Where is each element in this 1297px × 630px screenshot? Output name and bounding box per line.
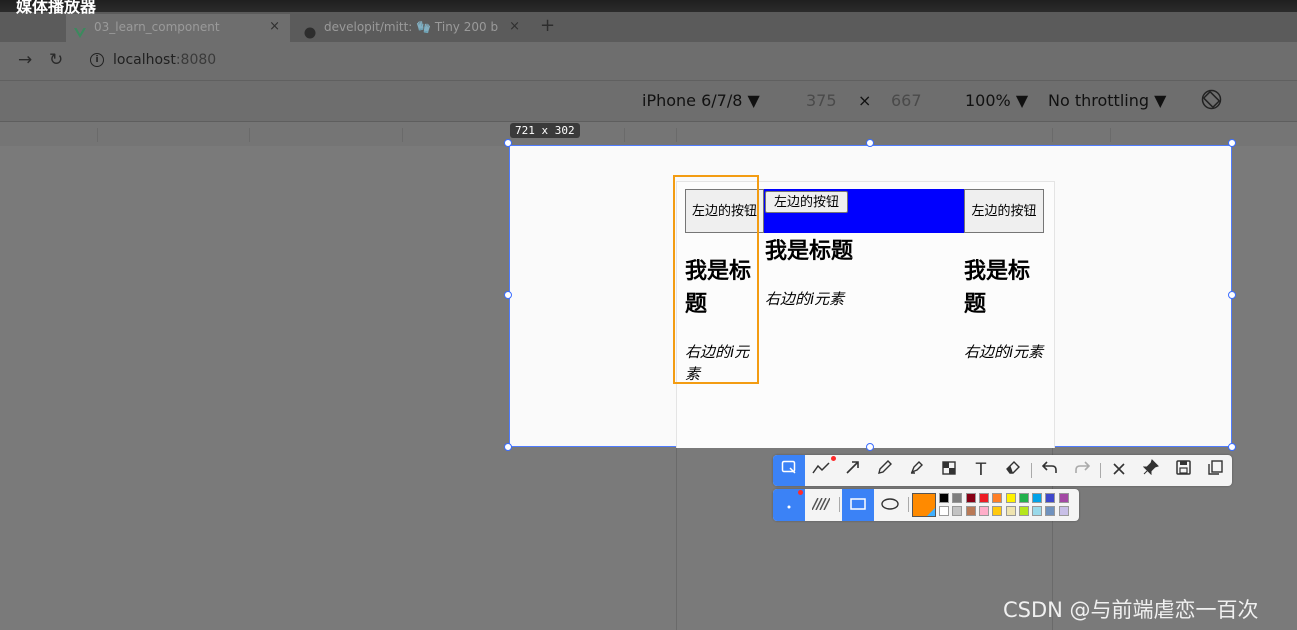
ruler-tick xyxy=(402,128,403,142)
close-icon[interactable] xyxy=(1103,455,1135,486)
tab-label: developit/mitt: 🧤 Tiny 200 b xyxy=(324,20,499,34)
color-swatch[interactable] xyxy=(992,506,1003,516)
github-icon xyxy=(304,22,316,38)
forward-icon[interactable]: → xyxy=(18,50,32,70)
tab-inactive[interactable]: developit/mitt: 🧤 Tiny 200 b × xyxy=(296,14,530,42)
new-tab-button[interactable]: + xyxy=(540,14,555,38)
ruler-tick xyxy=(97,128,98,142)
vue-icon xyxy=(74,22,86,38)
color-swatch[interactable] xyxy=(978,493,989,503)
text-icon[interactable]: T xyxy=(965,455,997,486)
media-query-ruler xyxy=(0,122,1297,146)
color-swatch[interactable] xyxy=(1058,493,1069,503)
zoom-select[interactable]: 100% ▼ xyxy=(965,91,1028,110)
device-width-input[interactable]: 375 xyxy=(806,91,837,110)
rect-select-icon[interactable] xyxy=(773,455,805,486)
resize-handle[interactable] xyxy=(1228,443,1236,451)
tab-close-icon[interactable]: × xyxy=(269,14,280,40)
toolbar-divider xyxy=(839,497,840,512)
color-swatch[interactable] xyxy=(978,506,989,516)
color-swatch[interactable] xyxy=(939,493,949,503)
device-frame-line xyxy=(676,447,677,630)
resize-handle[interactable] xyxy=(866,443,874,451)
resize-handle[interactable] xyxy=(1228,291,1236,299)
eraser-icon[interactable] xyxy=(997,455,1029,486)
resize-handle[interactable] xyxy=(504,139,512,147)
resize-handle[interactable] xyxy=(504,291,512,299)
right-column-button[interactable]: 左边的按钮 xyxy=(964,189,1044,233)
toolbar-divider xyxy=(1100,463,1101,478)
device-select[interactable]: iPhone 6/7/8 ▼ xyxy=(642,91,760,110)
url-host: localhost xyxy=(113,52,176,68)
undo-icon[interactable] xyxy=(1034,455,1066,486)
dimension-separator: × xyxy=(858,91,872,110)
viewport-size-label: 721 x 302 xyxy=(510,123,580,138)
color-swatch[interactable] xyxy=(1045,506,1056,516)
resize-handle[interactable] xyxy=(866,139,874,147)
marker-icon[interactable] xyxy=(901,455,933,486)
copy-icon[interactable] xyxy=(1199,455,1231,486)
indicator-dot xyxy=(798,490,803,495)
device-height-input[interactable]: 667 xyxy=(891,91,922,110)
color-swatch[interactable] xyxy=(1018,493,1029,503)
orange-annotation-rectangle[interactable] xyxy=(673,175,759,384)
throttling-select[interactable]: No throttling ▼ xyxy=(1048,91,1166,110)
url-field[interactable]: localhost:8080 xyxy=(113,52,216,68)
toolbar-divider xyxy=(1031,463,1032,478)
color-swatch[interactable] xyxy=(1005,493,1016,503)
color-swatch[interactable] xyxy=(965,493,976,503)
tab-active[interactable]: 03_learn_component × xyxy=(66,14,290,42)
color-swatch[interactable] xyxy=(1032,506,1043,516)
resize-handle[interactable] xyxy=(1228,139,1236,147)
ruler-tick xyxy=(676,128,677,142)
pin-icon[interactable] xyxy=(1135,455,1167,486)
redo-icon[interactable] xyxy=(1066,455,1098,486)
center-column-italic: 右边的i元素 xyxy=(765,290,845,308)
ruler-tick xyxy=(1052,128,1053,142)
rectangle-shape-icon[interactable] xyxy=(842,489,874,521)
save-icon[interactable] xyxy=(1167,455,1199,486)
color-swatch[interactable] xyxy=(992,493,1003,503)
watermark: CSDN @与前端虐恋一百次 xyxy=(1003,598,1259,622)
rotate-icon[interactable] xyxy=(1201,89,1222,114)
center-column-title: 我是标题 xyxy=(765,239,854,264)
ellipse-shape-icon[interactable] xyxy=(874,489,906,521)
ruler-tick xyxy=(1110,128,1111,142)
fill-pattern-icon[interactable] xyxy=(805,489,837,521)
pencil-icon[interactable] xyxy=(869,455,901,486)
toolbar-divider xyxy=(908,497,909,512)
tab-label: 03_learn_component xyxy=(94,20,220,34)
ruler-tick xyxy=(249,128,250,142)
color-swatch[interactable] xyxy=(1032,493,1043,503)
right-column-title: 我是标题 xyxy=(964,259,1031,317)
color-swatch[interactable] xyxy=(1045,493,1056,503)
color-swatch[interactable] xyxy=(1018,506,1029,516)
center-column-button[interactable]: 左边的按钮 xyxy=(765,191,848,213)
color-swatch[interactable] xyxy=(952,493,963,503)
reload-icon[interactable]: ↻ xyxy=(49,50,63,70)
current-color-swatch[interactable] xyxy=(912,493,936,517)
mosaic-icon[interactable] xyxy=(933,455,965,486)
resize-handle[interactable] xyxy=(504,443,512,451)
color-swatch[interactable] xyxy=(939,506,949,516)
ruler-tick xyxy=(624,128,625,142)
arrow-icon[interactable] xyxy=(837,455,869,486)
url-port: :8080 xyxy=(175,52,217,68)
color-swatch[interactable] xyxy=(952,506,963,516)
color-swatch[interactable] xyxy=(1058,506,1069,516)
color-swatch[interactable] xyxy=(1005,506,1016,516)
tab-close-icon[interactable]: × xyxy=(509,14,520,40)
indicator-dot xyxy=(831,456,836,461)
color-swatch[interactable] xyxy=(965,506,976,516)
right-column-italic: 右边的i元素 xyxy=(964,343,1044,361)
info-icon[interactable]: i xyxy=(90,53,104,67)
